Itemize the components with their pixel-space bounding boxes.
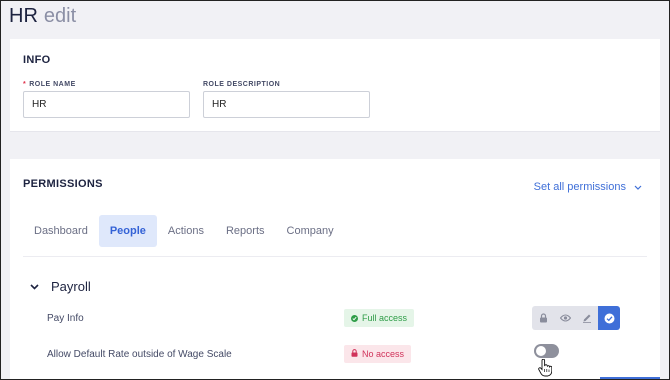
footer-accent-bar: [600, 377, 660, 379]
set-all-permissions-label: Set all permissions: [533, 181, 626, 193]
tabs-divider: [23, 256, 647, 257]
pay-info-permission-levels: [532, 306, 620, 330]
title-suffix: edit: [43, 5, 77, 27]
page-title: HR edit: [9, 5, 76, 28]
check-circle-icon[interactable]: [598, 306, 620, 330]
no-access-badge: No access: [344, 345, 412, 363]
chevron-down-icon: [634, 183, 642, 192]
toggle-knob: [536, 346, 546, 356]
required-marker: *: [23, 81, 27, 88]
tab-company[interactable]: Company: [276, 215, 345, 247]
lock-icon: [351, 349, 358, 359]
pay-info-label: Pay Info: [47, 313, 84, 324]
role-description-input[interactable]: HR: [203, 91, 370, 118]
role-name-label-text: ROLE NAME: [29, 81, 76, 88]
tab-reports[interactable]: Reports: [215, 215, 276, 247]
permissions-section-title: PERMISSIONS: [23, 178, 103, 190]
payroll-group-label: Payroll: [51, 278, 91, 294]
chevron-down-icon: [30, 277, 39, 295]
full-access-badge-text: Full access: [362, 313, 408, 323]
role-name-label: * ROLE NAME: [23, 81, 76, 88]
tab-actions[interactable]: Actions: [157, 215, 215, 247]
info-card: INFO * ROLE NAME HR ROLE DESCRIPTION HR: [10, 39, 660, 132]
no-access-badge-text: No access: [362, 349, 405, 359]
payroll-group-header[interactable]: Payroll: [30, 277, 91, 295]
tab-people[interactable]: People: [98, 215, 157, 247]
default-rate-toggle[interactable]: [534, 344, 559, 358]
role-title: HR: [9, 5, 38, 27]
pencil-icon[interactable]: [576, 306, 598, 330]
permission-tabs: Dashboard People Actions Reports Company: [23, 215, 345, 247]
full-access-badge: Full access: [344, 309, 415, 327]
permissions-card: PERMISSIONS Set all permissions Dashboar…: [10, 159, 660, 379]
set-all-permissions-button[interactable]: Set all permissions: [534, 181, 642, 193]
tab-dashboard[interactable]: Dashboard: [23, 215, 99, 247]
lock-icon[interactable]: [532, 306, 554, 330]
info-section-title: INFO: [23, 54, 51, 66]
hand-pointer-icon: [538, 358, 553, 380]
role-description-label: ROLE DESCRIPTION: [203, 81, 281, 88]
eye-icon[interactable]: [554, 306, 576, 330]
default-rate-label: Allow Default Rate outside of Wage Scale: [47, 349, 232, 360]
role-name-input[interactable]: HR: [23, 91, 190, 118]
check-circle-icon: [351, 314, 358, 322]
